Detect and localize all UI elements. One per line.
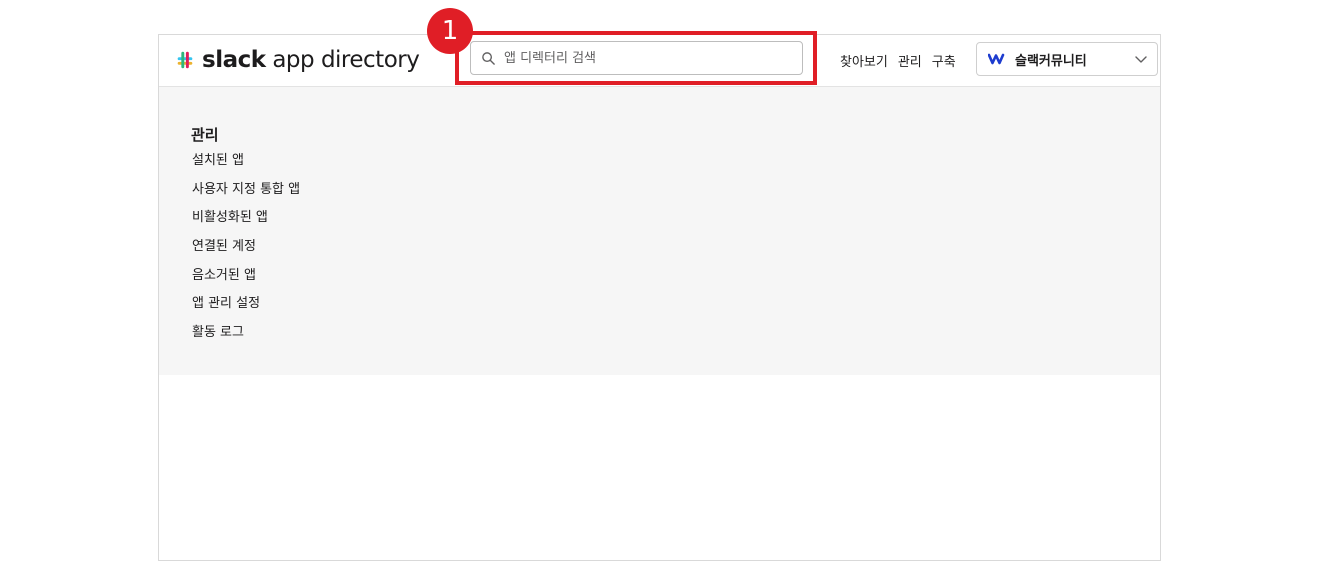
manage-menu: 설치된 앱 사용자 지정 통합 앱 비활성화된 앱 연결된 계정 음소거된 앱 …: [192, 153, 300, 354]
nav-build[interactable]: 구축: [932, 51, 956, 70]
step-badge: 1: [427, 8, 473, 54]
manage-panel: 관리 설치된 앱 사용자 지정 통합 앱 비활성화된 앱 연결된 계정 음소거된…: [159, 87, 1160, 375]
nav-manage[interactable]: 관리: [898, 51, 922, 70]
nav-browse[interactable]: 찾아보기: [840, 51, 888, 70]
menu-item-connected-accounts[interactable]: 연결된 계정: [192, 239, 300, 268]
section-title: 관리: [191, 126, 219, 144]
top-header: slack app directory 1 찾아보기 관리 구축 슬랙커뮤니티: [159, 8, 1160, 87]
chevron-down-icon: [1135, 56, 1147, 63]
slack-hash-icon: [177, 51, 193, 69]
workspace-switcher[interactable]: 슬랙커뮤니티: [976, 42, 1158, 76]
search-box[interactable]: [470, 41, 803, 75]
search-input[interactable]: [502, 49, 802, 67]
workspace-name: 슬랙커뮤니티: [1015, 53, 1087, 69]
menu-item-installed-apps[interactable]: 설치된 앱: [192, 153, 300, 182]
menu-item-custom-integrations[interactable]: 사용자 지정 통합 앱: [192, 182, 300, 211]
menu-item-disabled-apps[interactable]: 비활성화된 앱: [192, 210, 300, 239]
menu-item-app-management-settings[interactable]: 앱 관리 설정: [192, 296, 300, 325]
app-directory-window: slack app directory 1 찾아보기 관리 구축 슬랙커뮤니티: [158, 8, 1161, 561]
workspace-w-logo-icon: [988, 53, 1005, 65]
top-nav: 찾아보기 관리 구축: [840, 51, 956, 70]
slack-app-directory-logo[interactable]: slack app directory: [174, 45, 420, 75]
search-icon: [482, 51, 495, 65]
menu-item-muted-apps[interactable]: 음소거된 앱: [192, 268, 300, 297]
logo-text: slack app directory: [202, 47, 420, 73]
menu-item-activity-log[interactable]: 활동 로그: [192, 325, 300, 354]
